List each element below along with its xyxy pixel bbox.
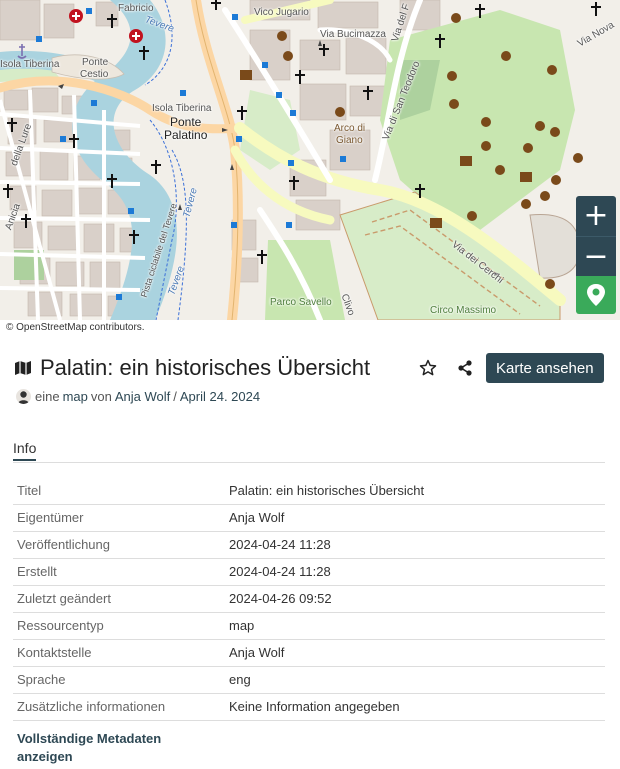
locate-button[interactable] bbox=[576, 276, 616, 314]
map-label-arco-di-giano-1: Arco di bbox=[334, 123, 366, 134]
table-row: Kontaktstelle Anja Wolf bbox=[13, 639, 605, 667]
full-metadata-link[interactable]: Vollständige Metadaten anzeigen bbox=[17, 730, 187, 766]
metadata-key: Kontaktstelle bbox=[13, 639, 225, 667]
metadata-key: Titel bbox=[13, 477, 225, 505]
metadata-value: 2024-04-26 09:52 bbox=[225, 585, 605, 613]
metadata-value: eng bbox=[225, 666, 605, 694]
avatar bbox=[16, 388, 31, 404]
resource-type-link[interactable]: map bbox=[63, 389, 88, 404]
metadata-value: 2024-04-24 11:28 bbox=[225, 531, 605, 559]
map-view[interactable]: Fabricio Ponte Cestio Isola Tiberina Iso… bbox=[0, 0, 620, 320]
metadata-value: map bbox=[225, 612, 605, 640]
metadata-value: Anja Wolf bbox=[225, 639, 605, 667]
table-row: Erstellt 2024-04-24 11:28 bbox=[13, 558, 605, 586]
table-row: Titel Palatin: ein historisches Übersicht bbox=[13, 477, 605, 505]
tab-info[interactable]: Info bbox=[13, 440, 37, 461]
map-label-fabricio: Fabricio bbox=[118, 3, 154, 14]
metadata-key: Veröffentlichung bbox=[13, 531, 225, 559]
byline-by: von bbox=[90, 388, 112, 404]
zoom-in-button[interactable]: + bbox=[576, 196, 616, 236]
osm-link[interactable]: OpenStreetMap bbox=[16, 322, 87, 333]
table-row: Sprache eng bbox=[13, 666, 605, 694]
metadata-value: 2024-04-24 11:28 bbox=[225, 558, 605, 586]
metadata-key: Eigentümer bbox=[13, 504, 225, 532]
map-label-isola-tiberina-left: Isola Tiberina bbox=[0, 59, 60, 70]
table-row: Ressourcentyp map bbox=[13, 612, 605, 640]
date-link[interactable]: April 24. 2024 bbox=[180, 389, 260, 404]
map-icon bbox=[15, 361, 31, 375]
map-label-via-bucimazza: Via Bucimazza bbox=[320, 29, 386, 40]
map-label-ponte-cestio-1: Ponte bbox=[82, 57, 109, 68]
attribution-suffix: contributors. bbox=[86, 322, 145, 333]
map-label-ponte-palatino-1: Ponte bbox=[170, 115, 202, 129]
metadata-value: Keine Information angegeben bbox=[225, 693, 605, 721]
metadata-key: Sprache bbox=[13, 666, 225, 694]
table-row: Zusätzliche informationen Keine Informati… bbox=[13, 693, 605, 721]
metadata-key: Zuletzt geändert bbox=[13, 585, 225, 613]
map-tiles bbox=[0, 0, 620, 320]
metadata-key: Erstellt bbox=[13, 558, 225, 586]
map-label-vico-jugario: Vico Jugario bbox=[254, 7, 309, 18]
table-row: Veröffentlichung 2024-04-24 11:28 bbox=[13, 531, 605, 559]
page-title: Palatin: ein historisches Übersicht bbox=[40, 355, 371, 380]
byline-separator: / bbox=[173, 388, 177, 404]
tab-divider bbox=[13, 462, 605, 463]
map-label-parco-savello: Parco Savello bbox=[270, 297, 332, 308]
attribution-prefix: © bbox=[6, 322, 17, 333]
map-zoom-control: + − bbox=[576, 196, 616, 314]
metadata-value: Palatin: ein historisches Übersicht bbox=[225, 477, 605, 505]
metadata-key: Ressourcentyp bbox=[13, 612, 225, 640]
metadata-table: Titel Palatin: ein historisches Übersicht… bbox=[13, 477, 605, 721]
map-label-ponte-palatino-2: Palatino bbox=[164, 128, 208, 142]
owner-link[interactable]: Anja Wolf bbox=[115, 389, 170, 404]
map-label-arco-di-giano-2: Giano bbox=[336, 135, 363, 146]
zoom-out-button[interactable]: − bbox=[576, 236, 616, 276]
map-label-isola-tiberina: Isola Tiberina bbox=[152, 103, 212, 114]
map-label-ponte-cestio-2: Cestio bbox=[80, 69, 109, 80]
view-map-button[interactable]: Karte ansehen bbox=[486, 353, 604, 383]
map-attribution: © OpenStreetMap contributors. bbox=[0, 320, 620, 336]
byline: eine map von Anja Wolf / April 24. 2024 bbox=[16, 388, 263, 404]
table-row: Zuletzt geändert 2024-04-26 09:52 bbox=[13, 585, 605, 613]
metadata-key: Zusätzliche informationen bbox=[13, 693, 225, 721]
table-row: Eigentümer Anja Wolf bbox=[13, 504, 605, 532]
map-marker-icon bbox=[587, 284, 605, 306]
star-outline-icon[interactable] bbox=[418, 358, 438, 378]
resource-header: Palatin: ein historisches Übersicht Kart… bbox=[14, 352, 606, 384]
share-icon[interactable] bbox=[456, 359, 474, 377]
map-label-circo-massimo: Circo Massimo bbox=[430, 305, 497, 316]
byline-prefix: eine bbox=[35, 388, 60, 404]
metadata-value: Anja Wolf bbox=[225, 504, 605, 532]
